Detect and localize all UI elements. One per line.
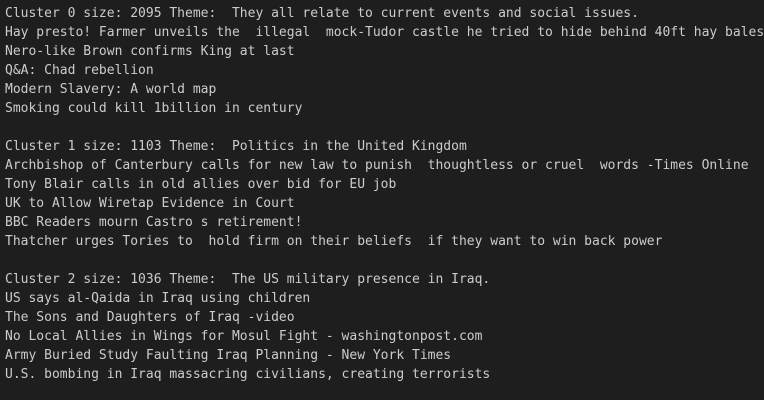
cluster-header: Cluster 0 size: 2095 Theme: They all rel… (5, 6, 639, 21)
cluster-item: No Local Allies in Wings for Mosul Fight… (5, 329, 483, 344)
cluster-header: Cluster 2 size: 1036 Theme: The US milit… (5, 272, 491, 287)
cluster-item: UK to Allow Wiretap Evidence in Court (5, 196, 295, 211)
cluster-header: Cluster 1 size: 1103 Theme: Politics in … (5, 139, 467, 154)
cluster-item: US says al-Qaida in Iraq using children (5, 291, 311, 306)
cluster-item: Nero-like Brown confirms King at last (5, 44, 295, 59)
cluster-item: BBC Readers mourn Castro s retirement! (5, 215, 303, 230)
cluster-item: Tony Blair calls in old allies over bid … (5, 177, 397, 192)
cluster-item: Hay presto! Farmer unveils the illegal m… (5, 25, 764, 40)
cluster-item: Smoking could kill 1billion in century (5, 101, 303, 116)
cluster-item: Army Buried Study Faulting Iraq Planning… (5, 348, 452, 363)
cluster-item: U.S. bombing in Iraq massacring civilian… (5, 367, 491, 382)
cluster-item: Archbishop of Canterbury calls for new l… (5, 158, 749, 173)
cluster-item: The Sons and Daughters of Iraq -video (5, 310, 295, 325)
terminal-output: Cluster 0 size: 2095 Theme: They all rel… (0, 0, 764, 400)
cluster-item: Thatcher urges Tories to hold firm on th… (5, 234, 663, 249)
cluster-item: Modern Slavery: A world map (5, 82, 217, 97)
cluster-item: Q&A: Chad rebellion (5, 63, 154, 78)
